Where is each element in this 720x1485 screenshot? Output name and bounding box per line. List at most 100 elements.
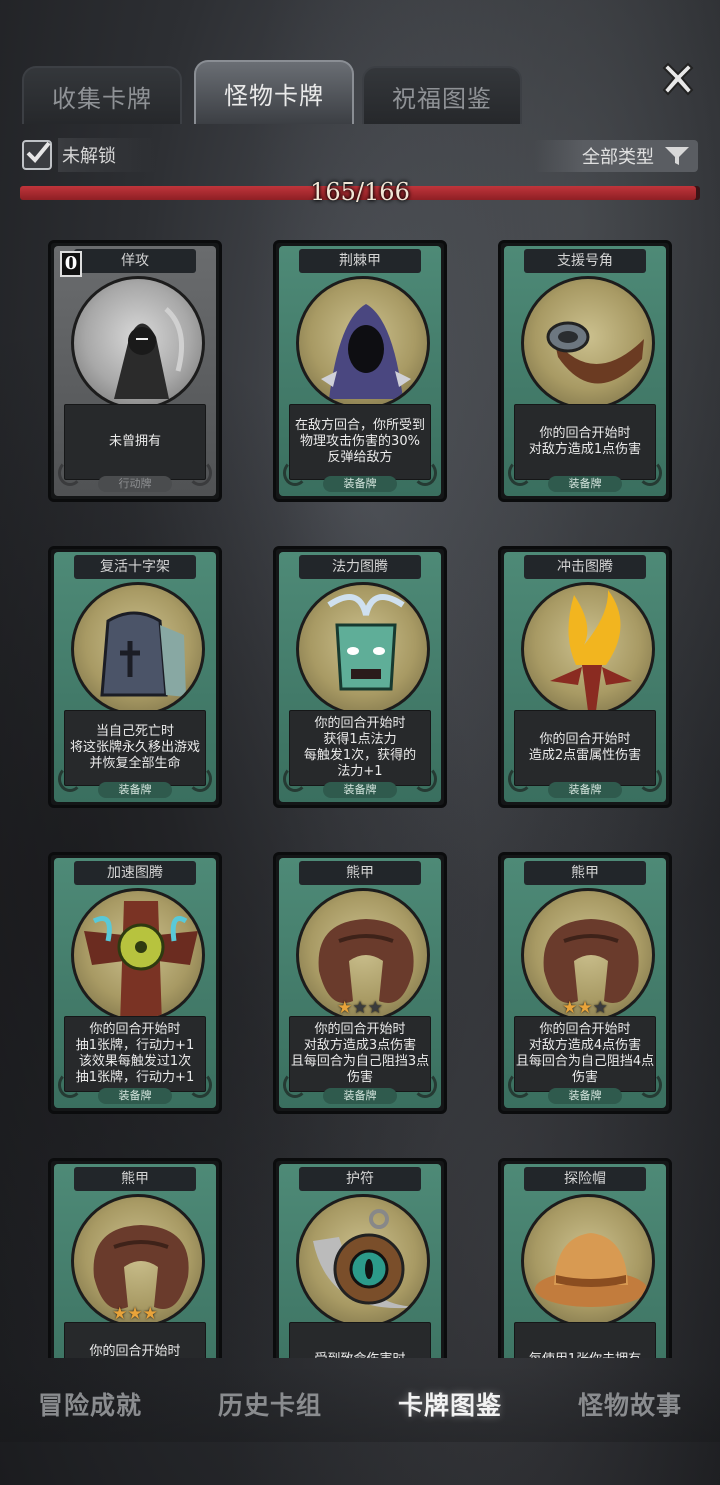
nav-history-decks[interactable]: 历史卡组: [204, 1376, 336, 1432]
monster-card[interactable]: 荆棘甲 在敌方回合，你所受到 物理攻击伤害的30% 反弹给敌方 装备牌: [273, 240, 447, 502]
nav-adventure-achievements[interactable]: 冒险成就: [24, 1376, 156, 1432]
card-description-line: 你的回合开始时: [314, 716, 406, 731]
card-description: 每使用1张你未拥有: [514, 1322, 656, 1358]
funnel-icon: [665, 147, 689, 165]
card-title: 荆棘甲: [299, 249, 421, 273]
tab-monster-cards[interactable]: 怪物卡牌: [194, 60, 354, 124]
monster-card[interactable]: 佯攻 0 未曾拥有 行动牌: [48, 240, 222, 502]
close-button[interactable]: [658, 60, 698, 100]
card-frame: 护符受到致命伤害时装备牌: [279, 1164, 441, 1358]
card-title: 护符: [299, 1167, 421, 1191]
card-type-label: 行动牌: [98, 476, 172, 492]
card-description-line: 且每回合为自己阻挡3点: [290, 1054, 430, 1069]
progress-text: 165/166: [310, 178, 410, 206]
card-description-line: 每使用1张你未拥有: [529, 1352, 641, 1358]
card-description: 你的回合开始时 抽1张牌，行动力+1 该效果每触发过1次 抽1张牌，行动力+1: [64, 1016, 206, 1092]
card-description: 受到致命伤害时: [289, 1322, 431, 1358]
fire-totem-icon: [521, 582, 655, 716]
card-description-line: 当自己死亡时: [95, 724, 174, 739]
swirl-ornament: [283, 766, 307, 792]
card-description-line: 你的回合开始时: [89, 1022, 181, 1037]
monster-card[interactable]: 冲击图腾 你的回合开始时 造成2点雷属性伤害 装备牌: [498, 546, 672, 808]
star-icon: ★: [337, 998, 353, 1018]
tab-blessing-codex[interactable]: 祝福图鉴: [362, 66, 522, 124]
monster-card[interactable]: 熊甲★★★你的回合开始时对敌方造成5点伤害装备牌: [48, 1158, 222, 1358]
explorer-hat-icon: [521, 1194, 655, 1328]
unlock-filter[interactable]: 未解锁: [22, 138, 156, 172]
card-description: 你的回合开始时 造成2点雷属性伤害: [514, 710, 656, 786]
swirl-ornament: [283, 460, 307, 486]
swirl-ornament: [638, 460, 662, 486]
card-description-line: 抽1张牌，行动力+1: [75, 1070, 195, 1085]
card-frame: 加速图腾 你的回合开始时 抽1张牌，行动力+1 该效果每触发过1次 抽1张牌，行动力+1…: [54, 858, 216, 1108]
card-description-line: 抽1张牌，行动力+1: [75, 1038, 195, 1053]
swirl-ornament: [58, 1072, 82, 1098]
unlock-checkbox[interactable]: [22, 140, 52, 170]
card-description-line: 你的回合开始时: [539, 426, 631, 441]
card-type-label: 装备牌: [323, 782, 397, 798]
card-description-line: 并恢复全部生命: [89, 756, 181, 771]
monster-card[interactable]: 护符受到致命伤害时装备牌: [273, 1158, 447, 1358]
card-title: 探险帽: [524, 1167, 646, 1191]
star-icon: ★: [142, 1304, 158, 1324]
card-description-line: 伤害: [346, 1070, 373, 1085]
card-type-label: 装备牌: [323, 1088, 397, 1104]
card-type-label: 装备牌: [323, 476, 397, 492]
card-description: 你的回合开始时对敌方造成5点伤害: [64, 1322, 206, 1358]
tab-collect-cards[interactable]: 收集卡牌: [22, 66, 182, 124]
card-description: 你的回合开始时 对敌方造成4点伤害 且每回合为自己阻挡4点 伤害: [514, 1016, 656, 1092]
card-description-line: 你的回合开始时: [314, 1022, 406, 1037]
monster-card[interactable]: 熊甲 ★★★ 你的回合开始时 对敌方造成4点伤害 且每回合为自己阻挡4点 伤害 装备牌: [498, 852, 672, 1114]
star-icon: ★: [352, 998, 368, 1018]
card-star-rating: ★★★: [54, 1304, 216, 1324]
monster-card[interactable]: 支援号角 你的回合开始时 对敌方造成1点伤害 装备牌: [498, 240, 672, 502]
card-frame: 佯攻 0 未曾拥有 行动牌: [54, 246, 216, 496]
hooded-rogue-icon: [71, 276, 205, 410]
card-title: 法力图腾: [299, 555, 421, 579]
spiked-cloak-icon: [296, 276, 430, 410]
card-frame: 探险帽每使用1张你未拥有装备牌: [504, 1164, 666, 1358]
card-description: 你的回合开始时 对敌方造成3点伤害 且每回合为自己阻挡3点 伤害: [289, 1016, 431, 1092]
star-icon: ★: [592, 998, 608, 1018]
card-title: 熊甲: [299, 861, 421, 885]
card-description-line: 你的回合开始时: [89, 1344, 181, 1358]
card-frame: 熊甲★★★你的回合开始时对敌方造成5点伤害装备牌: [54, 1164, 216, 1358]
clock-totem-icon: [71, 888, 205, 1022]
unlock-label: 未解锁: [58, 138, 156, 172]
card-description: 你的回合开始时 对敌方造成1点伤害: [514, 404, 656, 480]
monster-card[interactable]: 熊甲 ★★★ 你的回合开始时 对敌方造成3点伤害 且每回合为自己阻挡3点 伤害 装备牌: [273, 852, 447, 1114]
nav-monster-stories[interactable]: 怪物故事: [564, 1376, 696, 1432]
card-description-line: 伤害: [571, 1070, 598, 1085]
nav-card-codex[interactable]: 卡牌图鉴: [384, 1376, 516, 1432]
card-type-label: 装备牌: [98, 1088, 172, 1104]
swirl-ornament: [58, 766, 82, 792]
mana-totem-icon: [296, 582, 430, 716]
card-description-line: 法力+1: [337, 764, 383, 779]
star-icon: ★: [127, 1304, 143, 1324]
card-frame: 支援号角 你的回合开始时 对敌方造成1点伤害 装备牌: [504, 246, 666, 496]
bottom-nav: 冒险成就 历史卡组 卡牌图鉴 怪物故事: [0, 1366, 720, 1442]
card-description: 未曾拥有: [64, 404, 206, 480]
monster-card[interactable]: 加速图腾 你的回合开始时 抽1张牌，行动力+1 该效果每触发过1次 抽1张牌，行动力+1…: [48, 852, 222, 1114]
swirl-ornament: [413, 1072, 437, 1098]
card-type-label: 装备牌: [548, 1088, 622, 1104]
card-description: 你的回合开始时 获得1点法力 每触发1次，获得的 法力+1: [289, 710, 431, 786]
checkmark-icon: [26, 141, 51, 163]
type-filter-label: 全部类型: [582, 147, 654, 168]
card-frame: 冲击图腾 你的回合开始时 造成2点雷属性伤害 装备牌: [504, 552, 666, 802]
swirl-ornament: [188, 766, 212, 792]
card-description-line: 受到致命伤害时: [314, 1352, 405, 1358]
monster-card[interactable]: 法力图腾你的回合开始时 获得1点法力 每触发1次，获得的 法力+1 装备牌: [273, 546, 447, 808]
card-grid[interactable]: 佯攻 0 未曾拥有 行动牌 荆棘甲 在敌方回合，你所受到 物理攻击伤害的30% 反弹给敌方 装备…: [48, 240, 672, 1358]
type-filter-dropdown[interactable]: 全部类型: [534, 140, 698, 172]
tab-bar: 收集卡牌 怪物卡牌 祝福图鉴: [22, 60, 622, 124]
monster-card[interactable]: 探险帽每使用1张你未拥有装备牌: [498, 1158, 672, 1358]
tombstone-cross-icon: [71, 582, 205, 716]
monster-card[interactable]: 复活十字架 当自己死亡时 将这张牌永久移出游戏 并恢复全部生命 装备牌: [48, 546, 222, 808]
card-description-line: 你的回合开始时: [539, 1022, 631, 1037]
card-frame: 荆棘甲 在敌方回合，你所受到 物理攻击伤害的30% 反弹给敌方 装备牌: [279, 246, 441, 496]
card-description-line: 对敌方造成3点伤害: [303, 1038, 417, 1053]
star-icon: ★: [577, 998, 593, 1018]
card-description-line: 造成2点雷属性伤害: [528, 748, 642, 763]
card-frame: 复活十字架 当自己死亡时 将这张牌永久移出游戏 并恢复全部生命 装备牌: [54, 552, 216, 802]
